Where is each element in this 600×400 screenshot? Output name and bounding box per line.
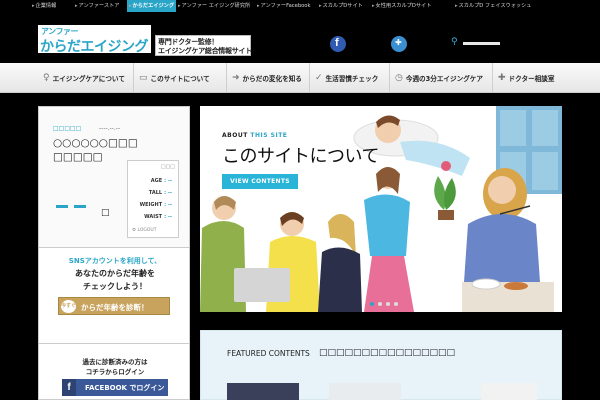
featured-subheading: □□□□□□□□□□□□□□□□	[319, 348, 456, 358]
featured-contents: FEATURED CONTENTS □□□□□□□□□□□□□□□□	[200, 330, 562, 400]
featured-heading: FEATURED CONTENTS	[227, 349, 310, 358]
fb-line-2: コチラからログイン	[85, 368, 145, 376]
logo-title: からだエイジング	[40, 39, 149, 55]
toplink-karada-aging[interactable]: からだエイジング	[127, 0, 177, 12]
toplink-scalp-d[interactable]: スカルプDサイト	[319, 1, 363, 11]
arrow-icon: ➜	[232, 73, 240, 83]
profile-tag: □□□□□	[53, 125, 82, 132]
profile-name-line-2: □□□□□	[53, 151, 103, 163]
sns-diagnosis-panel: SNSアカウントを利用して、 あなたのからだ年齢を チェックしよう！ 今すぐ か…	[38, 248, 190, 344]
hero-title: このサイトについて	[222, 146, 379, 167]
logout-link[interactable]: ⚙ LOGOUT	[132, 228, 156, 233]
toplink-scalp-d-women[interactable]: 女性用スカルプDサイト	[372, 1, 432, 11]
site-header: アンファー からだエイジング 専門ドクター監修！ エイジングケア総合情報サイト …	[0, 13, 600, 63]
doctor-icon: ✚	[498, 73, 506, 83]
nav-body-changes[interactable]: ➜ からだの変化を知る	[227, 63, 310, 93]
hero-slider[interactable]: ABOUT THIS SITE このサイトについて VIEW CONTENTS	[200, 106, 562, 312]
search-box[interactable]: ⚲	[448, 37, 500, 50]
clock-icon: ◷	[395, 73, 403, 83]
lightbulb-icon: ♀	[43, 73, 50, 83]
slider-dot[interactable]	[394, 302, 398, 306]
nav-aging-care[interactable]: ♀ エイジングケアについて	[38, 63, 134, 93]
age-digit-2	[74, 205, 86, 208]
profile-stats-panel: □□□ AGE: -- TALL: -- WEIGHT: -- WAIST: -…	[127, 160, 179, 238]
view-contents-button[interactable]: VIEW CONTENTS	[222, 174, 298, 189]
search-input[interactable]	[463, 42, 500, 45]
left-sidebar: □□□□□ ----.--.-- ○○○○○○□□□ □□□□□ □ □□□ A…	[38, 106, 190, 400]
facebook-icon[interactable]	[330, 36, 346, 52]
nav-doctor-consult[interactable]: ✚ ドクター相談室	[493, 63, 563, 93]
facebook-login-panel: 過去に診断済みの方は コチラからログイン f FACEBOOK でログイン	[38, 344, 190, 400]
top-links-bar: 企業情報 アンファーストア からだエイジング アンファー エイジング研究所 アン…	[0, 0, 600, 13]
toplink-corporate[interactable]: 企業情報	[32, 1, 57, 11]
diagnose-label: からだ年齢を診断！	[81, 303, 149, 312]
profile-card: □□□□□ ----.--.-- ○○○○○○□□□ □□□□□ □ □□□ A…	[38, 106, 190, 248]
slider-dots	[368, 291, 400, 310]
tagline-line-2: エイジングケア総合情報サイト	[158, 47, 252, 55]
stat-waist: WAIST: --	[144, 214, 172, 220]
fb-line-1: 過去に診断済みの方は	[82, 358, 148, 366]
sns-line-1: SNSアカウントを利用して、	[68, 257, 162, 265]
slider-dot[interactable]	[386, 302, 390, 306]
monitor-icon: ▭	[139, 73, 148, 83]
toplink-aging-lab[interactable]: アンファー エイジング研究所	[178, 1, 251, 11]
main-nav: ♀ エイジングケアについて ▭ このサイトについて ➜ からだの変化を知る ✓ …	[0, 63, 600, 93]
slider-dot[interactable]	[378, 302, 382, 306]
toplink-facebook[interactable]: アンファーFacebook	[257, 1, 311, 11]
stats-close-button[interactable]: □□□	[161, 164, 175, 170]
age-unit: □	[101, 208, 110, 218]
featured-thumb-2[interactable]	[329, 383, 401, 400]
share-icon[interactable]	[391, 36, 407, 52]
gear-icon: ⚙	[132, 228, 137, 233]
featured-thumb-3[interactable]	[481, 383, 537, 400]
featured-thumb-1[interactable]	[227, 383, 299, 400]
nav-lifestyle-check[interactable]: ✓ 生活習慣チェック	[310, 63, 390, 93]
facebook-login-label: FACEBOOK でログイン	[85, 384, 165, 392]
profile-name-line-1: ○○○○○○□□□	[53, 137, 138, 149]
nav-weekly-care[interactable]: ◷ 今週の3分エイジングケア	[390, 63, 493, 93]
diagnose-button[interactable]: 今すぐ からだ年齢を診断！	[58, 297, 170, 315]
now-badge: 今すぐ	[61, 300, 76, 313]
site-tagline: 専門ドクター監修！ エイジングケア総合情報サイト	[155, 35, 252, 56]
toplink-face-wash[interactable]: スカルプD フェイスウォッシュ	[455, 1, 532, 11]
facebook-f-icon: f	[62, 379, 76, 396]
stat-tall: TALL: --	[148, 190, 172, 196]
slider-dot[interactable]	[370, 302, 374, 306]
profile-date: ----.--.--	[99, 125, 121, 132]
stat-age: AGE: --	[150, 178, 172, 184]
search-icon[interactable]: ⚲	[451, 37, 458, 47]
facebook-login-button[interactable]: f FACEBOOK でログイン	[62, 379, 168, 396]
toplink-store[interactable]: アンファーストア	[75, 1, 120, 11]
about-label: ABOUT THIS SITE	[222, 132, 288, 139]
sns-line-2: あなたのからだ年齢を	[75, 269, 155, 278]
check-icon: ✓	[315, 73, 323, 83]
site-logo[interactable]: アンファー からだエイジング	[38, 25, 151, 55]
sns-line-3: チェックしよう！	[83, 282, 147, 291]
stat-weight: WEIGHT: --	[139, 202, 172, 208]
age-digit-1	[56, 205, 68, 208]
nav-about-site[interactable]: ▭ このサイトについて	[134, 63, 227, 93]
